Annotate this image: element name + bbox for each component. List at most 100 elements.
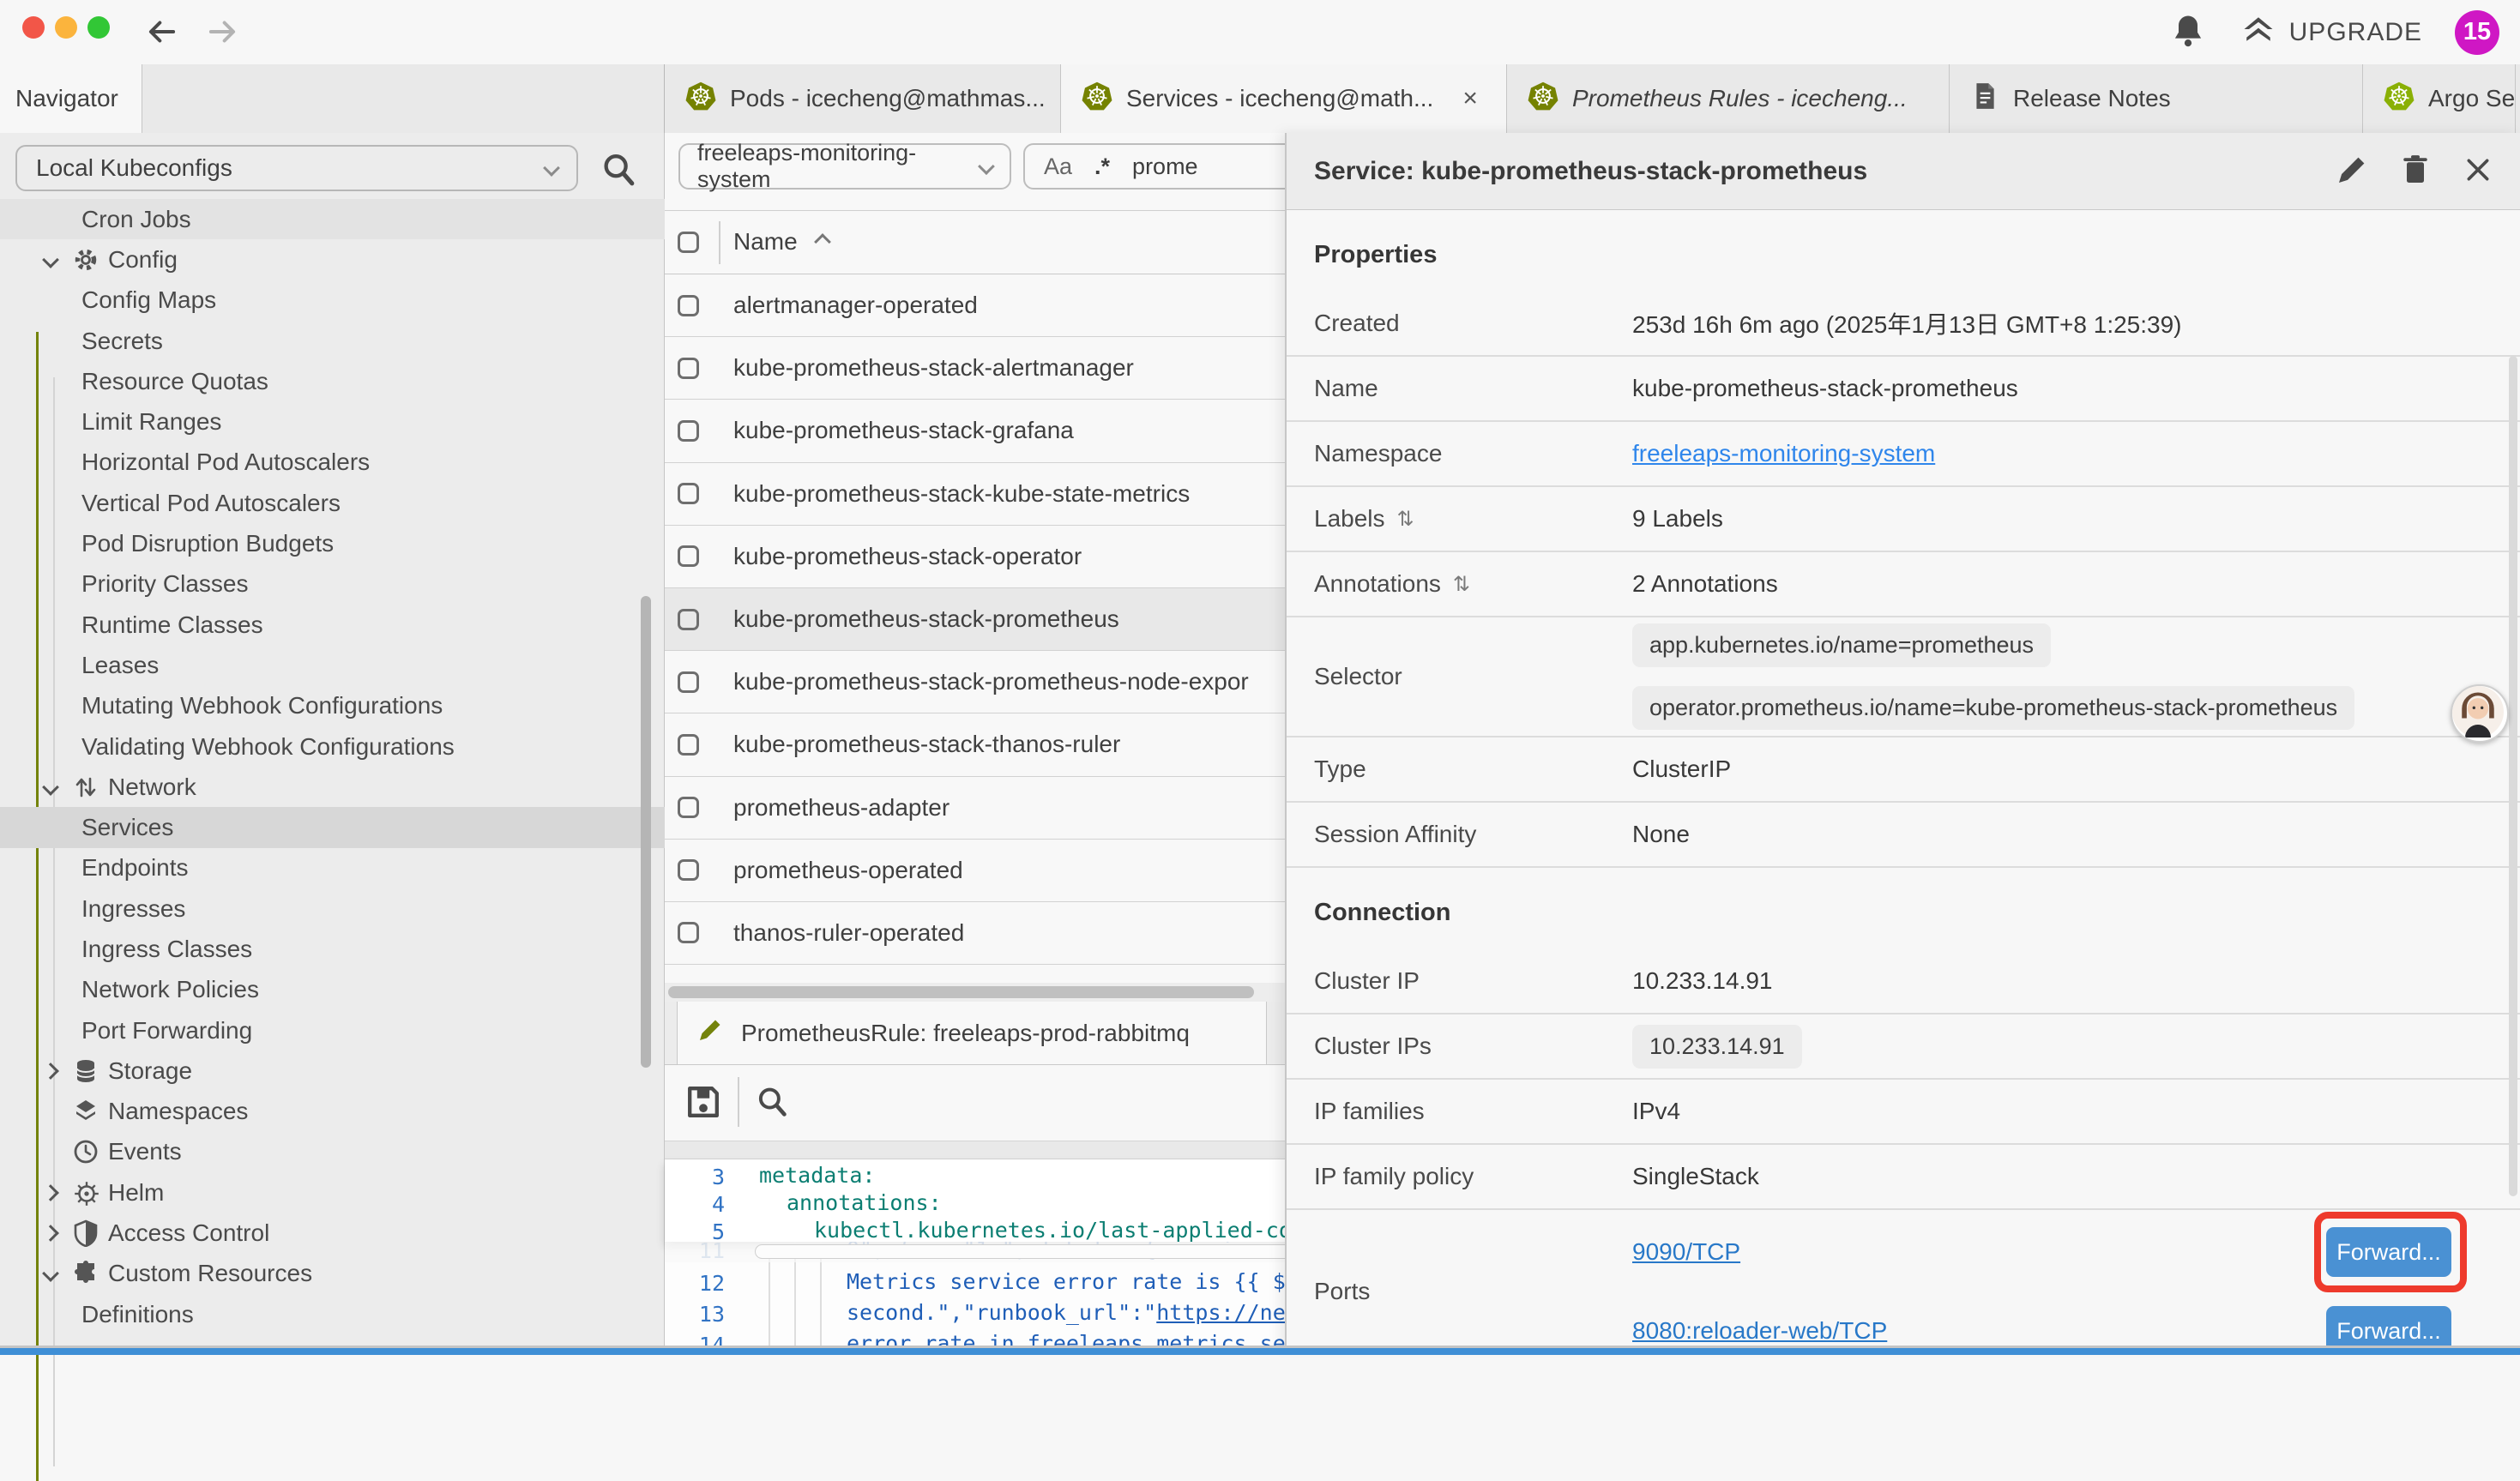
search-input-value[interactable]: prome [1132,154,1198,180]
back-arrow-icon[interactable] [144,14,180,50]
chevron-right-icon[interactable] [42,1184,59,1201]
sidebar-item-network-policies[interactable]: Network Policies [0,970,665,1010]
sidebar-item-secrets[interactable]: Secrets [0,321,665,361]
sidebar-item-ingresses[interactable]: Ingresses [0,888,665,929]
notifications-bell-icon[interactable] [2169,11,2207,53]
sort-toggle-icon[interactable]: ⇅ [1397,507,1414,532]
traffic-light-close[interactable] [22,16,45,39]
sidebar-item-horizontal-pod-autoscalers[interactable]: Horizontal Pod Autoscalers [0,442,665,483]
sidebar-item-network[interactable]: Network [0,767,665,807]
traffic-light-minimize[interactable] [55,16,77,39]
toolbar-divider [738,1077,739,1127]
select-all-checkbox[interactable] [678,232,699,253]
save-icon[interactable] [684,1082,723,1126]
editor-search-icon[interactable] [754,1084,790,1124]
tab-release-notes[interactable]: Release Notes [1950,64,2363,133]
edit-pencil-icon[interactable] [2335,153,2369,191]
chevron-down-icon[interactable] [42,251,59,268]
editor-tab-prometheusrule[interactable]: PrometheusRule: freeleaps-prod-rabbitmq [677,1002,1267,1064]
sidebar-item-events[interactable]: Events [0,1132,665,1172]
namespace-link[interactable]: freeleaps-monitoring-system [1632,440,2520,467]
sidebar-item-pod-disruption-budgets[interactable]: Pod Disruption Budgets [0,523,665,563]
sidebar-item-mutating-webhook-configurations[interactable]: Mutating Webhook Configurations [0,686,665,726]
sidebar-item-cron-jobs[interactable]: Cron Jobs [0,199,665,239]
close-icon[interactable] [2462,154,2494,190]
tab-argo-se[interactable]: Argo Se [2363,64,2516,133]
service-name: kube-prometheus-stack-grafana [733,417,1074,444]
row-checkbox[interactable] [678,545,699,567]
port-link[interactable]: 8080:reloader-web/TCP [1632,1317,1887,1345]
sidebar-search-icon[interactable] [599,150,638,194]
upgrade-button[interactable]: UPGRADE [2240,10,2422,55]
namespace-selector-value: freeleaps-monitoring-system [697,140,980,193]
row-checkbox[interactable] [678,671,699,693]
port-link[interactable]: 9090/TCP [1632,1238,1740,1266]
sidebar-item-definitions[interactable]: Definitions [0,1294,665,1334]
row-checkbox[interactable] [678,859,699,881]
chevron-right-icon[interactable] [42,1063,59,1080]
sidebar-item-resource-quotas[interactable]: Resource Quotas [0,361,665,401]
detail-label: Session Affinity [1314,821,1476,848]
row-checkbox[interactable] [678,295,699,316]
sidebar-item-config[interactable]: Config [0,239,665,280]
sidebar-item-leases[interactable]: Leases [0,645,665,685]
tab-pods-icecheng-mathmas[interactable]: Pods - icecheng@mathmas... [665,64,1061,133]
service-details-drawer: Service: kube-prometheus-stack-prometheu… [1285,133,2520,1348]
sidebar-item-endpoints[interactable]: Endpoints [0,848,665,888]
sidebar-item-runtime-classes[interactable]: Runtime Classes [0,605,665,645]
row-checkbox[interactable] [678,797,699,818]
section-heading-connection: Connection [1287,868,2520,949]
chevron-down-icon [543,160,560,177]
close-tab-icon[interactable]: × [1462,84,1478,113]
sidebar-item-custom-resources[interactable]: Custom Resources [0,1254,665,1294]
chevron-right-icon[interactable] [42,1225,59,1242]
chevron-down-icon[interactable] [42,779,59,796]
user-avatar[interactable] [2451,684,2509,743]
sidebar-item-storage[interactable]: Storage [0,1051,665,1091]
row-checkbox[interactable] [678,922,699,943]
sidebar-item-limit-ranges[interactable]: Limit Ranges [0,401,665,442]
sidebar-item-validating-webhook-configurations[interactable]: Validating Webhook Configurations [0,726,665,767]
forward-button[interactable]: Forward... [2326,1227,2451,1277]
drawer-header: Service: kube-prometheus-stack-prometheu… [1287,133,2520,210]
sidebar-item-services[interactable]: Services [0,807,665,847]
tab-prometheus-rules-icecheng[interactable]: Prometheus Rules - icecheng... [1507,64,1950,133]
tab-services-icecheng-math[interactable]: Services - icecheng@math...× [1061,64,1507,133]
row-checkbox[interactable] [678,420,699,442]
regex-icon[interactable]: .* [1094,154,1110,180]
detail-label: Created [1314,310,1400,337]
forward-button[interactable]: Forward... [2326,1306,2451,1348]
drawer-scrollbar[interactable] [2509,356,2517,1196]
row-checkbox[interactable] [678,609,699,630]
table-horizontal-scrollbar[interactable] [665,983,1285,1002]
sidebar-item-helm[interactable]: Helm [0,1172,665,1213]
kubeconfig-selector[interactable]: Local Kubeconfigs [15,145,578,191]
match-case-icon[interactable]: Aa [1044,154,1072,180]
detail-label: IP family policy [1314,1163,1474,1190]
delete-trash-icon[interactable] [2398,153,2433,191]
column-divider [719,221,720,264]
row-checkbox[interactable] [678,358,699,379]
sidebar-item-config-maps[interactable]: Config Maps [0,280,665,321]
sidebar-item-vertical-pod-autoscalers[interactable]: Vertical Pod Autoscalers [0,483,665,523]
detail-label: Selector [1314,663,1402,690]
namespace-selector[interactable]: freeleaps-monitoring-system [678,143,1011,190]
editor-tab-label: PrometheusRule: freeleaps-prod-rabbitmq [741,1020,1190,1047]
sidebar-item-namespaces[interactable]: Namespaces [0,1092,665,1132]
traffic-light-maximize[interactable] [87,16,110,39]
sidebar-scrollbar[interactable] [641,596,651,1068]
name-column-header[interactable]: Name [733,228,829,256]
sidebar-item-port-forwarding[interactable]: Port Forwarding [0,1010,665,1051]
sidebar-item-ingress-classes[interactable]: Ingress Classes [0,929,665,969]
sort-toggle-icon[interactable]: ⇅ [1453,572,1470,597]
forward-arrow-icon[interactable] [204,14,240,50]
sidebar-item-priority-classes[interactable]: Priority Classes [0,564,665,605]
navigator-panel-tab[interactable]: Navigator [0,64,142,133]
chevron-down-icon[interactable] [42,1265,59,1282]
notification-count-badge[interactable]: 15 [2455,10,2499,55]
sidebar-item-access-control[interactable]: Access Control [0,1213,665,1253]
row-checkbox[interactable] [678,483,699,504]
scrollbar-thumb[interactable] [668,986,1254,998]
code-line: kubectl.kubernetes.io/last-applied-co [665,1216,1292,1244]
row-checkbox[interactable] [678,734,699,756]
